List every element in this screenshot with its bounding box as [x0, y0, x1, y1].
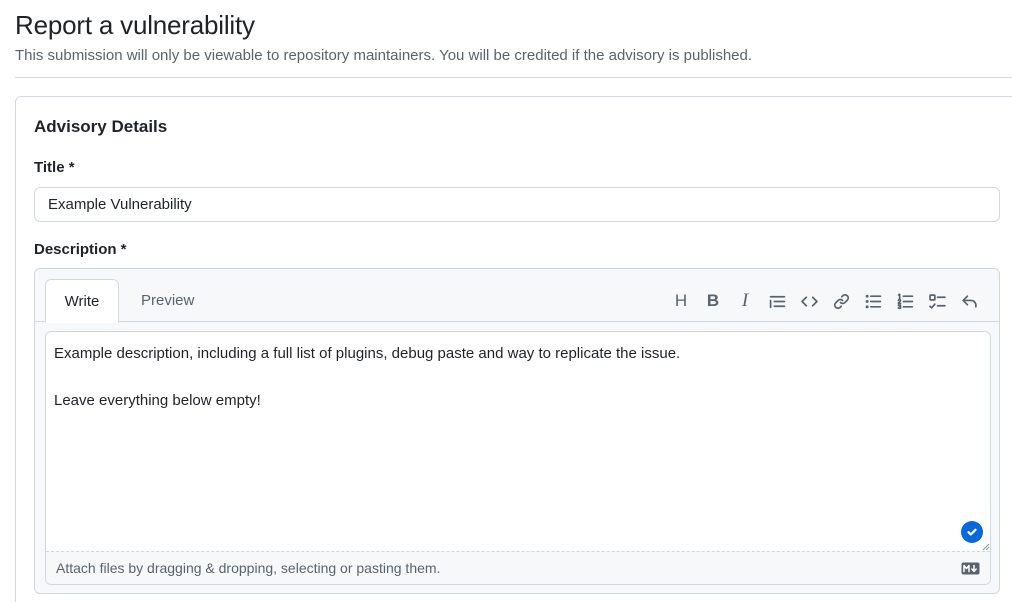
header-divider — [15, 77, 1012, 78]
italic-button[interactable]: I — [729, 287, 761, 315]
unordered-list-icon — [865, 294, 881, 308]
code-icon — [800, 295, 818, 307]
description-text[interactable]: Example description, including a full li… — [54, 342, 974, 413]
title-label: Title * — [34, 159, 75, 176]
ordered-list-button[interactable] — [889, 287, 921, 315]
page-subtitle: This submission will only be viewable to… — [15, 47, 753, 64]
unordered-list-button[interactable] — [857, 287, 889, 315]
attach-files-text: Attach files by dragging & dropping, sel… — [56, 560, 441, 576]
tab-write[interactable]: Write — [45, 279, 119, 323]
bold-button[interactable]: B — [697, 287, 729, 315]
editor-header-divider — [35, 321, 999, 322]
reply-button[interactable] — [953, 287, 985, 315]
tab-preview[interactable]: Preview — [141, 279, 194, 323]
italic-icon: I — [741, 290, 749, 311]
attach-files-bar[interactable]: Attach files by dragging & dropping, sel… — [46, 551, 990, 584]
bold-icon: B — [706, 291, 720, 310]
page-title: Report a vulnerability — [15, 10, 255, 40]
description-textarea[interactable]: Example description, including a full li… — [45, 331, 991, 585]
code-button[interactable] — [793, 287, 825, 315]
check-circle-icon — [961, 521, 983, 543]
task-list-icon — [928, 293, 946, 309]
formatting-toolbar: H B I — [665, 287, 985, 315]
resize-handle-icon[interactable] — [981, 538, 990, 551]
advisory-details-heading: Advisory Details — [34, 117, 168, 136]
title-input[interactable] — [34, 187, 1000, 222]
quote-icon — [769, 295, 785, 308]
heading-icon: H — [674, 291, 688, 310]
heading-button[interactable]: H — [665, 287, 697, 315]
markdown-editor: Write Preview H B I Example description,… — [34, 268, 1000, 594]
ordered-list-icon — [897, 292, 913, 309]
markdown-icon[interactable] — [961, 562, 980, 575]
link-button[interactable] — [825, 287, 857, 315]
description-label: Description * — [34, 241, 127, 258]
quote-button[interactable] — [761, 287, 793, 315]
link-icon — [833, 293, 849, 309]
task-list-button[interactable] — [921, 287, 953, 315]
reply-icon — [961, 294, 977, 308]
